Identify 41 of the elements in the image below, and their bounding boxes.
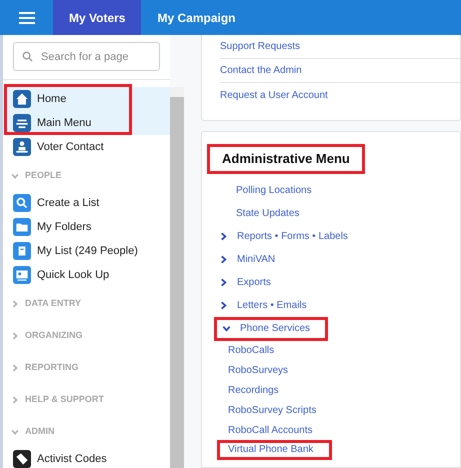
- menu-link[interactable]: Exports: [237, 275, 271, 290]
- menu-group[interactable]: Letters • Emails: [214, 294, 307, 318]
- menu-group[interactable]: Exports: [214, 270, 271, 294]
- sitemap-icon: [13, 114, 31, 132]
- menu-link[interactable]: Phone Services: [240, 321, 310, 336]
- highlight-frame[interactable]: Phone Services: [214, 316, 328, 340]
- menu-group[interactable]: Reports • Forms • Labels: [214, 224, 348, 248]
- document-icon: [13, 242, 31, 260]
- search-icon: [22, 51, 33, 62]
- scrollbar[interactable]: [170, 87, 184, 468]
- sidebar-item[interactable]: Quick Look Up: [3, 263, 170, 287]
- menu-link[interactable]: Recordings: [228, 382, 279, 398]
- sidebar-item[interactable]: Voter Contact: [3, 135, 170, 159]
- menu-link[interactable]: State Updates: [236, 206, 300, 221]
- home-icon: [13, 90, 31, 108]
- support-link[interactable]: Contact the Admin: [220, 63, 302, 78]
- sidebar-item[interactable]: Create a List: [3, 191, 170, 215]
- folder-icon: [13, 218, 31, 236]
- nav-tab[interactable]: My Campaign: [141, 0, 252, 35]
- person-icon: [13, 138, 31, 156]
- id-card-icon: [13, 266, 31, 284]
- menu-group[interactable]: MiniVAN: [214, 248, 276, 272]
- nav-tab[interactable]: My Voters: [53, 0, 142, 35]
- search-icon: [13, 194, 31, 212]
- menu-link[interactable]: RoboCalls: [228, 342, 274, 358]
- menu-link[interactable]: RoboSurvey Scripts: [228, 402, 316, 418]
- sidebar-item[interactable]: Home: [3, 87, 170, 111]
- sidebar-item[interactable]: My Folders: [3, 215, 170, 239]
- menu-link[interactable]: MiniVAN: [237, 252, 276, 267]
- menu-link[interactable]: RoboCall Accounts: [228, 422, 312, 438]
- menu-link[interactable]: Letters • Emails: [237, 298, 307, 313]
- menu-link[interactable]: Virtual Phone Bank: [217, 440, 332, 460]
- search-field[interactable]: Search for a page: [13, 42, 160, 71]
- sidebar-item[interactable]: My List (249 People): [3, 239, 170, 263]
- support-link[interactable]: Support Requests: [220, 39, 300, 54]
- menu-link[interactable]: Reports • Forms • Labels: [237, 229, 348, 244]
- support-link[interactable]: Request a User Account: [220, 88, 328, 102]
- menu-title: Administrative Menu: [207, 144, 365, 174]
- menu-link[interactable]: Polling Locations: [236, 183, 312, 198]
- sidebar-item[interactable]: Activist Codes: [3, 447, 170, 468]
- menu-link[interactable]: RoboSurveys: [228, 362, 288, 378]
